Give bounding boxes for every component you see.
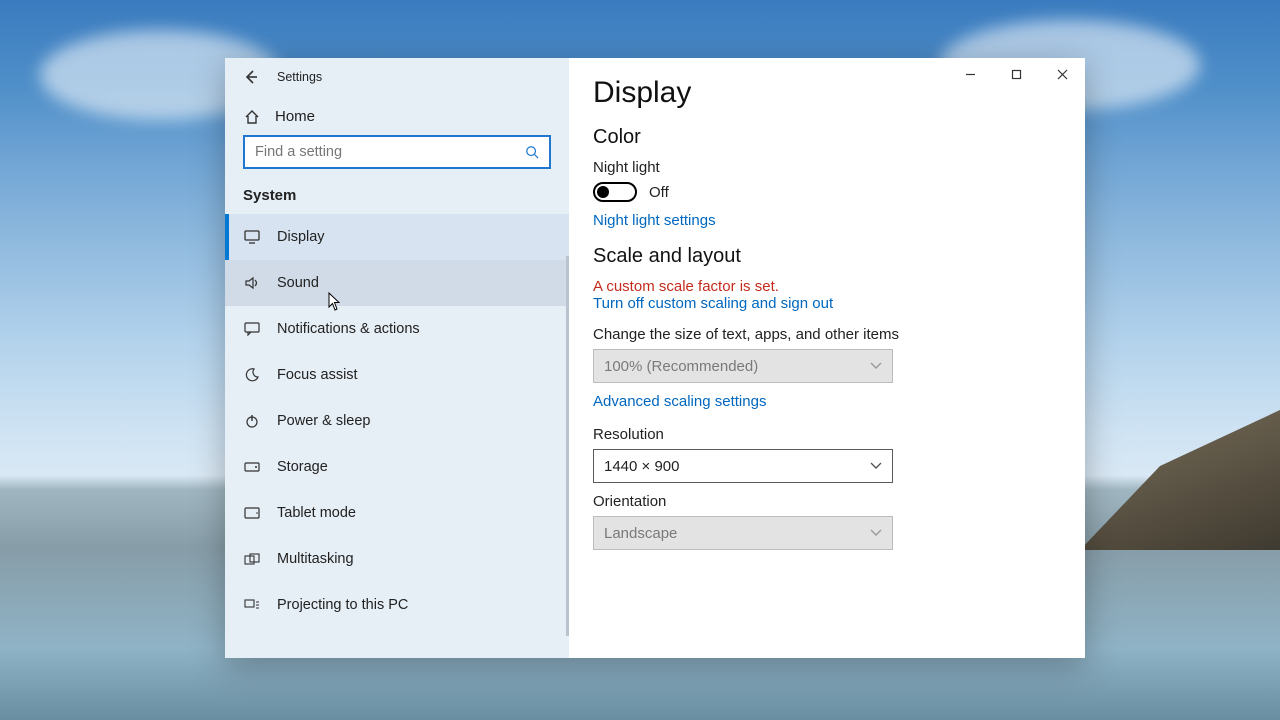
sidebar-item-label: Storage (277, 459, 328, 475)
search-container (225, 135, 569, 181)
window-title: Settings (277, 70, 322, 84)
home-icon (243, 109, 261, 125)
section-scale: Scale and layout (593, 245, 1085, 268)
resolution-dropdown[interactable]: 1440 × 900 (593, 449, 893, 483)
sidebar-item-label: Focus assist (277, 367, 358, 383)
night-light-label: Night light (593, 159, 1085, 176)
sidebar-item-focus-assist[interactable]: Focus assist (225, 352, 569, 398)
sidebar-item-display[interactable]: Display (225, 214, 569, 260)
settings-window: Settings Home System Display (225, 58, 1085, 658)
sidebar-item-label: Sound (277, 275, 319, 291)
sidebar-item-label: Power & sleep (277, 413, 371, 429)
night-light-toggle[interactable] (593, 182, 637, 202)
night-light-state: Off (649, 184, 669, 201)
resolution-dropdown-value: 1440 × 900 (604, 458, 680, 475)
sidebar-item-label: Notifications & actions (277, 321, 420, 337)
section-color: Color (593, 126, 1085, 149)
turn-off-custom-scaling-link[interactable]: Turn off custom scaling and sign out (593, 295, 1085, 312)
power-icon (243, 414, 261, 428)
sidebar-item-projecting[interactable]: Projecting to this PC (225, 582, 569, 628)
sidebar-item-multitasking[interactable]: Multitasking (225, 536, 569, 582)
search-icon (525, 145, 539, 159)
change-size-label: Change the size of text, apps, and other… (593, 326, 1085, 343)
chevron-down-icon (870, 529, 882, 537)
sidebar-item-label: Tablet mode (277, 505, 356, 521)
back-button[interactable] (235, 61, 267, 93)
main-content: Display Color Night light Off Night ligh… (569, 58, 1085, 658)
advanced-scaling-link[interactable]: Advanced scaling settings (593, 393, 1085, 410)
sidebar-section-label: System (225, 181, 569, 214)
sidebar-item-label: Projecting to this PC (277, 597, 408, 613)
maximize-button[interactable] (993, 58, 1039, 90)
monitor-icon (243, 230, 261, 244)
sidebar-home-label: Home (275, 108, 315, 125)
night-light-row: Off (593, 182, 1085, 202)
multitask-icon (243, 553, 261, 565)
chevron-down-icon (870, 462, 882, 470)
project-icon (243, 599, 261, 611)
chevron-down-icon (870, 362, 882, 370)
resolution-label: Resolution (593, 426, 1085, 443)
speaker-icon (243, 276, 261, 290)
search-box[interactable] (243, 135, 551, 169)
window-controls (947, 58, 1085, 90)
drive-icon (243, 462, 261, 472)
minimize-button[interactable] (947, 58, 993, 90)
sidebar-home[interactable]: Home (225, 96, 569, 135)
scale-dropdown-value: 100% (Recommended) (604, 358, 758, 375)
orientation-label: Orientation (593, 493, 1085, 510)
moon-icon (243, 368, 261, 382)
close-button[interactable] (1039, 58, 1085, 90)
toggle-knob (597, 186, 609, 198)
orientation-dropdown-value: Landscape (604, 525, 677, 542)
orientation-dropdown: Landscape (593, 516, 893, 550)
sidebar-item-label: Display (277, 229, 325, 245)
sidebar-item-tablet-mode[interactable]: Tablet mode (225, 490, 569, 536)
sidebar-item-storage[interactable]: Storage (225, 444, 569, 490)
search-input[interactable] (255, 144, 539, 160)
sidebar: Settings Home System Display (225, 58, 569, 658)
sidebar-item-label: Multitasking (277, 551, 354, 567)
sidebar-item-power-sleep[interactable]: Power & sleep (225, 398, 569, 444)
night-light-settings-link[interactable]: Night light settings (593, 212, 1085, 229)
titlebar: Settings (225, 58, 569, 96)
scale-dropdown: 100% (Recommended) (593, 349, 893, 383)
sidebar-item-sound[interactable]: Sound (225, 260, 569, 306)
message-icon (243, 322, 261, 336)
custom-scale-warning: A custom scale factor is set. (593, 278, 1085, 295)
tablet-icon (243, 507, 261, 519)
sidebar-nav: Display Sound Notifications & actions Fo… (225, 214, 569, 628)
sidebar-item-notifications[interactable]: Notifications & actions (225, 306, 569, 352)
